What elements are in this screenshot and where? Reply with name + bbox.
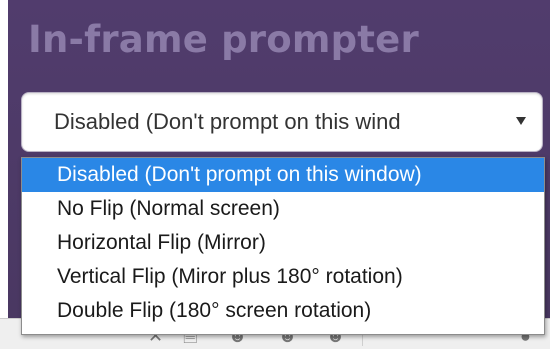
panel-title: In-frame prompter: [28, 18, 419, 61]
select-current-value: Disabled (Don't prompt on this wind: [54, 109, 401, 134]
option-vertical-flip[interactable]: Vertical Flip (Miror plus 180° rotation): [22, 260, 544, 294]
option-no-flip[interactable]: No Flip (Normal screen): [22, 192, 544, 226]
option-disabled[interactable]: Disabled (Don't prompt on this window): [22, 158, 544, 192]
option-double-flip[interactable]: Double Flip (180° screen rotation): [22, 294, 544, 328]
option-horizontal-flip[interactable]: Horizontal Flip (Mirror): [22, 226, 544, 260]
chevron-down-icon: [516, 117, 526, 125]
flip-mode-select[interactable]: Disabled (Don't prompt on this wind: [21, 92, 543, 152]
flip-mode-dropdown: Disabled (Don't prompt on this window) N…: [21, 157, 545, 335]
app-frame: In-frame prompter Disabled (Don't prompt…: [0, 0, 550, 349]
